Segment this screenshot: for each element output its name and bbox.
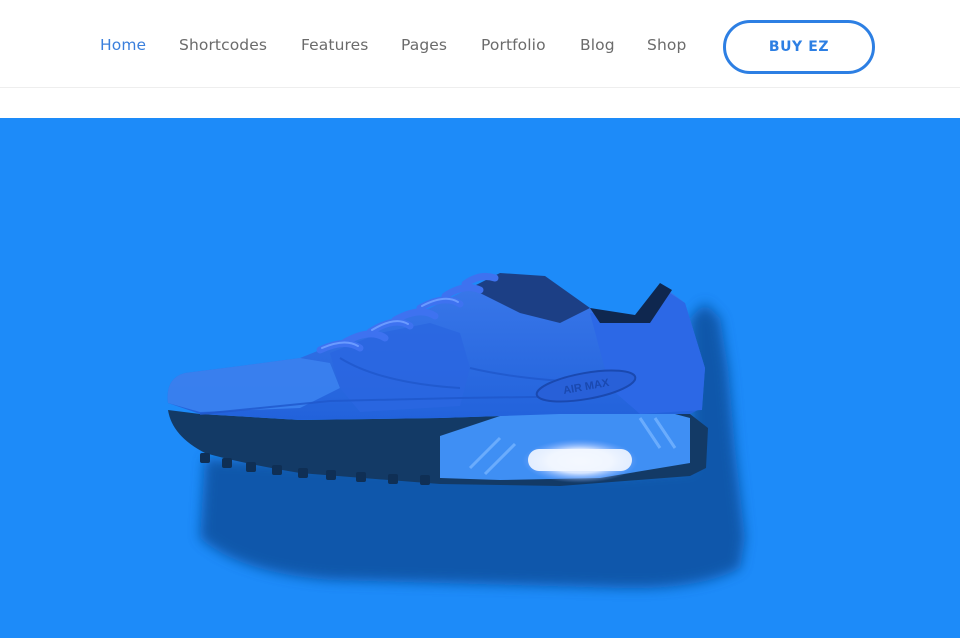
hero-banner: AIR MAX xyxy=(0,118,960,638)
buy-button[interactable]: BUY EZ xyxy=(723,20,875,74)
page: Home Shortcodes Features Pages Portfolio… xyxy=(0,0,960,638)
nav-item-blog[interactable]: Blog xyxy=(580,36,615,54)
nav-item-features[interactable]: Features xyxy=(301,36,368,54)
nav-item-shop[interactable]: Shop xyxy=(647,36,686,54)
nav-item-portfolio[interactable]: Portfolio xyxy=(481,36,546,54)
sneaker-image: AIR MAX xyxy=(167,273,745,589)
nav-item-home[interactable]: Home xyxy=(100,36,146,54)
air-unit-window xyxy=(528,449,632,471)
nav-item-shortcodes[interactable]: Shortcodes xyxy=(179,36,267,54)
nav-item-pages[interactable]: Pages xyxy=(401,36,447,54)
site-header: Home Shortcodes Features Pages Portfolio… xyxy=(0,0,960,88)
